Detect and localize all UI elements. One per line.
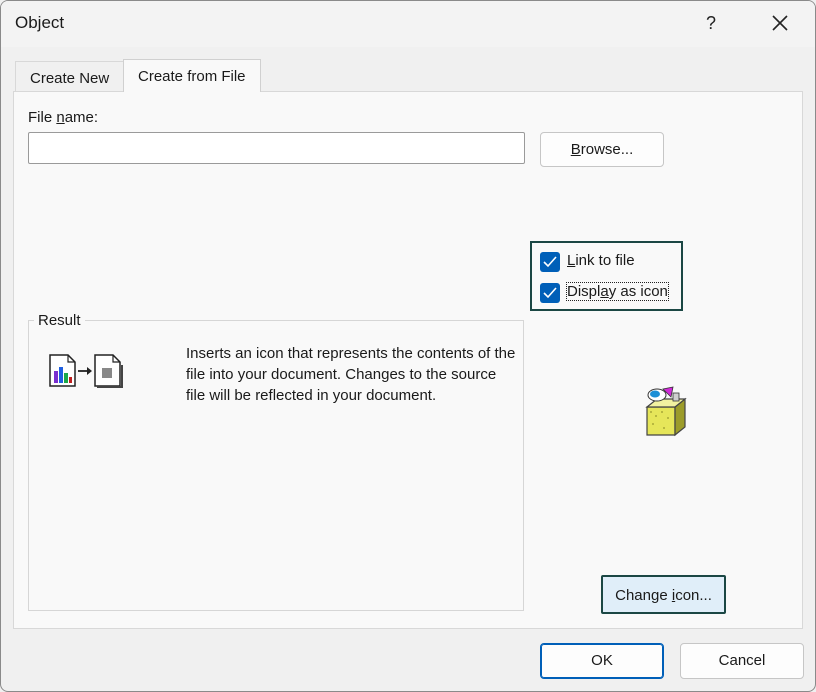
- checkbox-checked[interactable]: [540, 252, 560, 272]
- close-button[interactable]: [759, 5, 801, 41]
- browse-button[interactable]: Browse...: [540, 132, 664, 167]
- display-as-icon-label: Display as icon: [566, 282, 669, 301]
- file-name-input[interactable]: [28, 132, 525, 164]
- ok-button[interactable]: OK: [540, 643, 664, 679]
- help-button[interactable]: ?: [693, 5, 729, 41]
- tab-label: Create New: [30, 70, 110, 87]
- result-label: Result: [34, 312, 85, 329]
- checkbox-checked[interactable]: [540, 283, 560, 303]
- result-description: Inserts an icon that represents the cont…: [186, 345, 516, 404]
- tab-create-from-file[interactable]: Create from File: [123, 59, 261, 92]
- tab-label: Create from File: [138, 68, 246, 85]
- package-icon: [645, 386, 687, 437]
- close-icon: [772, 15, 788, 31]
- help-icon: ?: [705, 13, 716, 33]
- options-group: Link to file Display as icon: [530, 241, 683, 311]
- title-bar: Object ?: [1, 1, 815, 47]
- change-icon-button[interactable]: Change icon...: [601, 575, 726, 614]
- object-dialog: Object ? Create New Create from File Fil…: [0, 0, 816, 692]
- insert-link-icon: [49, 354, 123, 388]
- tab-create-new[interactable]: Create New: [15, 61, 125, 93]
- checkmark-icon: [543, 256, 557, 268]
- cancel-button[interactable]: Cancel: [680, 643, 804, 679]
- file-name-label: File name:: [28, 109, 99, 126]
- window-title: Object: [15, 13, 65, 32]
- link-to-file-label: Link to file: [567, 252, 635, 269]
- checkmark-icon: [543, 287, 557, 299]
